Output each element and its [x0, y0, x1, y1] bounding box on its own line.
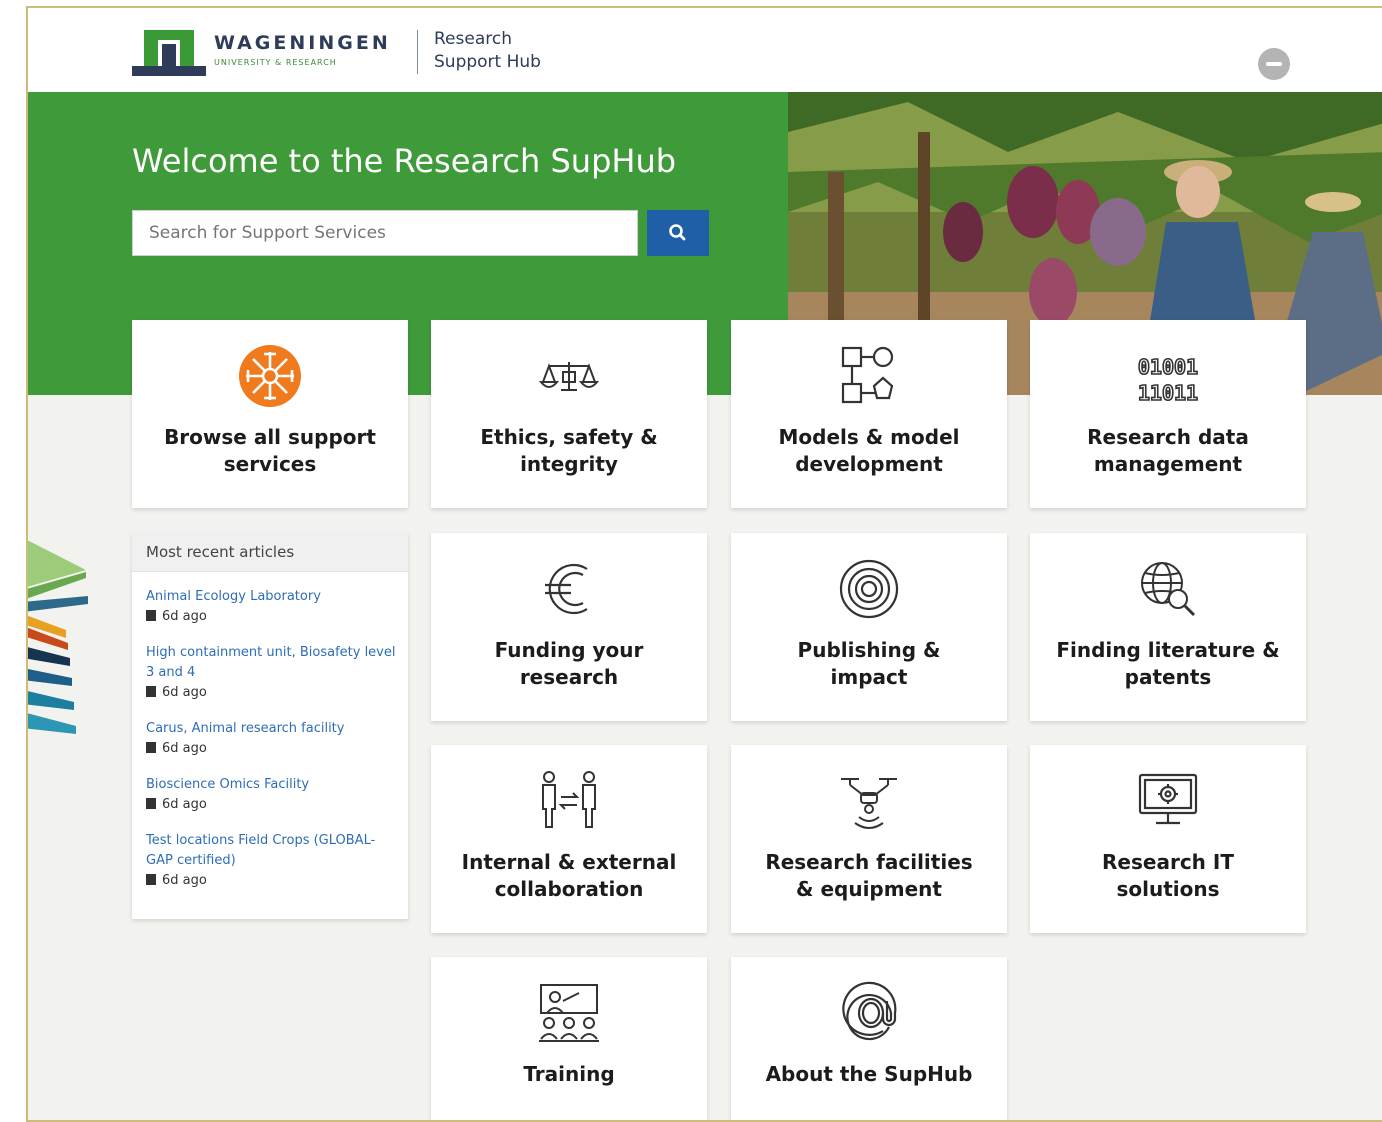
article-link[interactable]: Animal Ecology Laboratory	[146, 587, 396, 607]
euro-icon	[545, 563, 588, 615]
tile-label: Browse all support services	[164, 425, 376, 476]
search-icon	[669, 224, 686, 241]
network-icon	[239, 345, 301, 407]
article-item[interactable]: Test locations Field Crops (GLOBAL-GAP c…	[146, 831, 396, 891]
tile-internal-external-collaboration[interactable]: Internal & external collaboration	[431, 745, 707, 933]
tile-research-data-management[interactable]: 01001 11011 Research data management	[1030, 320, 1306, 508]
article-item[interactable]: Animal Ecology Laboratory 6d ago	[146, 587, 396, 627]
brand-subtitle: UNIVERSITY & RESEARCH	[214, 58, 337, 67]
monitor-gear-icon	[1138, 773, 1198, 825]
article-link[interactable]: Test locations Field Crops (GLOBAL-GAP c…	[146, 831, 396, 871]
tile-label: Research IT solutions	[1102, 850, 1234, 901]
at-sign-icon	[842, 981, 897, 1041]
article-item[interactable]: High containment unit, Biosafety level 3…	[146, 643, 396, 703]
svg-text:01001: 01001	[1138, 355, 1198, 379]
tile-label: Research data management	[1087, 425, 1249, 476]
books-decoration	[28, 540, 88, 734]
article-age: 6d ago	[146, 871, 396, 891]
tile-label: About the SupHub	[765, 1062, 973, 1086]
site-header: WAGENINGEN UNIVERSITY & RESEARCH Researc…	[28, 8, 1382, 92]
tile-ethics-safety-integrity[interactable]: Ethics, safety & integrity	[431, 320, 707, 508]
article-item[interactable]: Bioscience Omics Facility 6d ago	[146, 775, 396, 815]
hub-title: Research Support Hub	[434, 29, 541, 72]
tile-training[interactable]: Training	[431, 957, 707, 1120]
page-frame: WAGENINGEN UNIVERSITY & RESEARCH Researc…	[26, 6, 1382, 1122]
tile-label: Models & model development	[778, 425, 960, 476]
article-link[interactable]: Carus, Animal research facility	[146, 719, 396, 739]
search-button[interactable]	[647, 210, 709, 256]
brand-name: WAGENINGEN	[214, 32, 391, 54]
scales-icon	[538, 362, 600, 391]
article-link[interactable]: High containment unit, Biosafety level 3…	[146, 643, 396, 683]
classroom-icon	[539, 984, 599, 1042]
article-age: 6d ago	[146, 607, 396, 627]
tile-about-suphub[interactable]: About the SupHub	[731, 957, 1007, 1120]
article-age: 6d ago	[146, 683, 396, 703]
tile-label: Funding your research	[494, 638, 644, 689]
article-link[interactable]: Bioscience Omics Facility	[146, 775, 396, 795]
article-item[interactable]: Carus, Animal research facility 6d ago	[146, 719, 396, 759]
recent-articles-panel: Most recent articles Animal Ecology Labo…	[132, 533, 408, 919]
target-icon	[839, 559, 899, 619]
model-blocks-icon	[841, 346, 894, 404]
svg-text:11011: 11011	[1138, 381, 1198, 405]
article-age: 6d ago	[146, 739, 396, 759]
tile-research-facilities-equipment[interactable]: Research facilities & equipment	[731, 745, 1007, 933]
drone-icon	[841, 778, 897, 829]
globe-search-icon	[1141, 562, 1196, 617]
logo-divider	[417, 30, 418, 74]
user-menu-icon[interactable]	[1258, 48, 1290, 80]
tile-label: Finding literature & patents	[1056, 638, 1280, 689]
hero-title: Welcome to the Research SupHub	[132, 142, 677, 180]
tile-funding-research[interactable]: Funding your research	[431, 533, 707, 721]
article-age: 6d ago	[146, 795, 396, 815]
tile-models-development[interactable]: Models & model development	[731, 320, 1007, 508]
search-input[interactable]	[132, 210, 638, 256]
wur-logo-icon[interactable]	[132, 26, 206, 82]
people-exchange-icon	[542, 771, 596, 828]
tile-label: Publishing & impact	[797, 638, 941, 689]
tile-research-it-solutions[interactable]: Research IT solutions	[1030, 745, 1306, 933]
tile-finding-literature-patents[interactable]: Finding literature & patents	[1030, 533, 1306, 721]
tile-publishing-impact[interactable]: Publishing & impact	[731, 533, 1007, 721]
binary-icon: 01001 11011	[1137, 354, 1199, 406]
recent-articles-heading: Most recent articles	[132, 533, 408, 572]
tile-label: Internal & external collaboration	[461, 850, 677, 901]
tile-label: Training	[523, 1062, 615, 1086]
tile-label: Research facilities & equipment	[765, 850, 973, 901]
tile-label: Ethics, safety & integrity	[480, 425, 658, 476]
tile-browse-all-services[interactable]: Browse all support services	[132, 320, 408, 508]
